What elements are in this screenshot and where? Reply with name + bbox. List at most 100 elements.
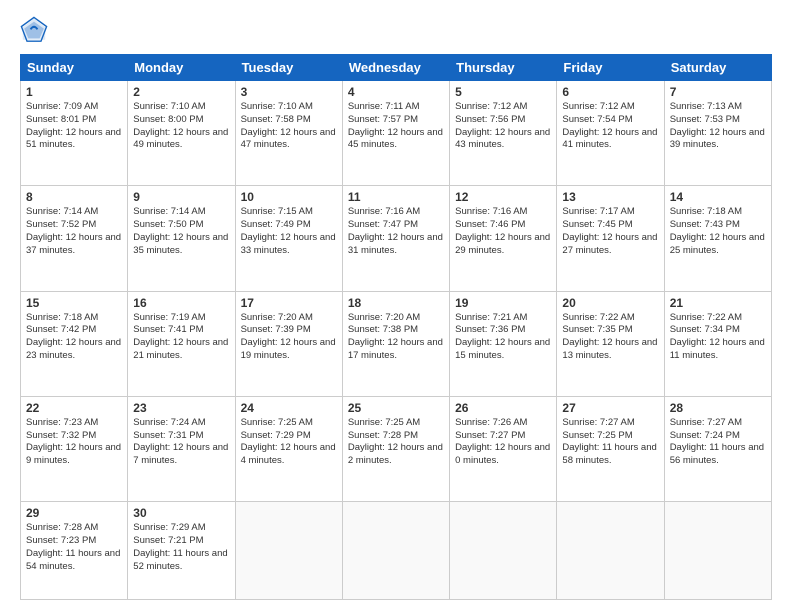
calendar-week-3: 15Sunrise: 7:18 AM Sunset: 7:42 PM Dayli… — [21, 291, 772, 396]
calendar-cell — [450, 502, 557, 600]
calendar-cell: 21 Sunrise: 7:22 AM Sunset: 7:34 PM Dayli… — [664, 291, 771, 396]
calendar-cell: 9 Sunrise: 7:14 AM Sunset: 7:50 PM Daylig… — [128, 186, 235, 291]
col-header-monday: Monday — [128, 55, 235, 81]
calendar-cell: 27 Sunrise: 7:27 AM Sunset: 7:25 PM Dayli… — [557, 396, 664, 501]
calendar-cell: 22 Sunrise: 7:23 AM Sunset: 7:32 PM Dayli… — [21, 396, 128, 501]
day-info: Sunrise: 7:19 AM Sunset: 7:41 PM Dayligh… — [133, 312, 229, 363]
day-number: 27 — [562, 401, 658, 415]
day-info: Sunrise: 7:10 AM Sunset: 8:00 PM Dayligh… — [133, 101, 229, 152]
day-number: 14 — [670, 190, 766, 204]
day-info: Sunrise: 7:23 AM Sunset: 7:32 PM Dayligh… — [26, 417, 122, 468]
day-info: Sunrise: 7:14 AM Sunset: 7:52 PM Dayligh… — [26, 206, 122, 257]
day-number: 19 — [455, 296, 551, 310]
day-number: 2 — [133, 85, 229, 99]
day-info: Sunrise: 7:14 AM Sunset: 7:50 PM Dayligh… — [133, 206, 229, 257]
day-number: 7 — [670, 85, 766, 99]
day-number: 22 — [26, 401, 122, 415]
calendar-cell: 19 Sunrise: 7:21 AM Sunset: 7:36 PM Dayli… — [450, 291, 557, 396]
day-number: 29 — [26, 506, 122, 520]
day-number: 6 — [562, 85, 658, 99]
day-info: Sunrise: 7:12 AM Sunset: 7:56 PM Dayligh… — [455, 101, 551, 152]
calendar-cell: 12 Sunrise: 7:16 AM Sunset: 7:46 PM Dayli… — [450, 186, 557, 291]
day-info: Sunrise: 7:29 AM Sunset: 7:21 PM Dayligh… — [133, 522, 229, 573]
calendar-cell: 16Sunrise: 7:19 AM Sunset: 7:41 PM Dayli… — [128, 291, 235, 396]
day-info: Sunrise: 7:13 AM Sunset: 7:53 PM Dayligh… — [670, 101, 766, 152]
day-info: Sunrise: 7:21 AM Sunset: 7:36 PM Dayligh… — [455, 312, 551, 363]
day-info: Sunrise: 7:27 AM Sunset: 7:25 PM Dayligh… — [562, 417, 658, 468]
day-number: 9 — [133, 190, 229, 204]
day-info: Sunrise: 7:26 AM Sunset: 7:27 PM Dayligh… — [455, 417, 551, 468]
calendar-cell: 4 Sunrise: 7:11 AM Sunset: 7:57 PM Daylig… — [342, 81, 449, 186]
calendar-week-4: 22 Sunrise: 7:23 AM Sunset: 7:32 PM Dayli… — [21, 396, 772, 501]
calendar-cell: 1 Sunrise: 7:09 AM Sunset: 8:01 PM Daylig… — [21, 81, 128, 186]
day-info: Sunrise: 7:28 AM Sunset: 7:23 PM Dayligh… — [26, 522, 122, 573]
calendar-cell — [235, 502, 342, 600]
day-number: 30 — [133, 506, 229, 520]
day-info: Sunrise: 7:12 AM Sunset: 7:54 PM Dayligh… — [562, 101, 658, 152]
col-header-friday: Friday — [557, 55, 664, 81]
calendar-header-row: SundayMondayTuesdayWednesdayThursdayFrid… — [21, 55, 772, 81]
calendar-cell — [557, 502, 664, 600]
day-info: Sunrise: 7:25 AM Sunset: 7:28 PM Dayligh… — [348, 417, 444, 468]
header — [20, 16, 772, 44]
calendar-table: SundayMondayTuesdayWednesdayThursdayFrid… — [20, 54, 772, 600]
page: SundayMondayTuesdayWednesdayThursdayFrid… — [0, 0, 792, 612]
day-number: 3 — [241, 85, 337, 99]
day-number: 20 — [562, 296, 658, 310]
calendar-week-2: 8 Sunrise: 7:14 AM Sunset: 7:52 PM Daylig… — [21, 186, 772, 291]
col-header-tuesday: Tuesday — [235, 55, 342, 81]
day-number: 5 — [455, 85, 551, 99]
day-info: Sunrise: 7:25 AM Sunset: 7:29 PM Dayligh… — [241, 417, 337, 468]
day-info: Sunrise: 7:17 AM Sunset: 7:45 PM Dayligh… — [562, 206, 658, 257]
day-info: Sunrise: 7:22 AM Sunset: 7:34 PM Dayligh… — [670, 312, 766, 363]
day-number: 26 — [455, 401, 551, 415]
day-number: 25 — [348, 401, 444, 415]
day-info: Sunrise: 7:09 AM Sunset: 8:01 PM Dayligh… — [26, 101, 122, 152]
calendar-cell: 24Sunrise: 7:25 AM Sunset: 7:29 PM Dayli… — [235, 396, 342, 501]
col-header-sunday: Sunday — [21, 55, 128, 81]
calendar-cell: 25 Sunrise: 7:25 AM Sunset: 7:28 PM Dayli… — [342, 396, 449, 501]
calendar-cell: 18Sunrise: 7:20 AM Sunset: 7:38 PM Dayli… — [342, 291, 449, 396]
day-info: Sunrise: 7:20 AM Sunset: 7:39 PM Dayligh… — [241, 312, 337, 363]
day-info: Sunrise: 7:11 AM Sunset: 7:57 PM Dayligh… — [348, 101, 444, 152]
day-info: Sunrise: 7:20 AM Sunset: 7:38 PM Dayligh… — [348, 312, 444, 363]
calendar-cell: 29 Sunrise: 7:28 AM Sunset: 7:23 PM Dayli… — [21, 502, 128, 600]
calendar-cell: 23Sunrise: 7:24 AM Sunset: 7:31 PM Dayli… — [128, 396, 235, 501]
calendar-cell: 20 Sunrise: 7:22 AM Sunset: 7:35 PM Dayli… — [557, 291, 664, 396]
day-info: Sunrise: 7:15 AM Sunset: 7:49 PM Dayligh… — [241, 206, 337, 257]
day-number: 15 — [26, 296, 122, 310]
calendar-cell: 30 Sunrise: 7:29 AM Sunset: 7:21 PM Dayli… — [128, 502, 235, 600]
day-number: 21 — [670, 296, 766, 310]
day-number: 4 — [348, 85, 444, 99]
calendar-cell: 14 Sunrise: 7:18 AM Sunset: 7:43 PM Dayli… — [664, 186, 771, 291]
day-number: 12 — [455, 190, 551, 204]
day-info: Sunrise: 7:16 AM Sunset: 7:47 PM Dayligh… — [348, 206, 444, 257]
day-number: 1 — [26, 85, 122, 99]
day-number: 11 — [348, 190, 444, 204]
logo — [20, 16, 52, 44]
calendar-cell: 11 Sunrise: 7:16 AM Sunset: 7:47 PM Dayli… — [342, 186, 449, 291]
calendar-cell: 17 Sunrise: 7:20 AM Sunset: 7:39 PM Dayli… — [235, 291, 342, 396]
col-header-wednesday: Wednesday — [342, 55, 449, 81]
calendar-cell: 13 Sunrise: 7:17 AM Sunset: 7:45 PM Dayli… — [557, 186, 664, 291]
calendar-cell: 28Sunrise: 7:27 AM Sunset: 7:24 PM Dayli… — [664, 396, 771, 501]
calendar-cell: 10Sunrise: 7:15 AM Sunset: 7:49 PM Dayli… — [235, 186, 342, 291]
day-info: Sunrise: 7:10 AM Sunset: 7:58 PM Dayligh… — [241, 101, 337, 152]
calendar-week-1: 1 Sunrise: 7:09 AM Sunset: 8:01 PM Daylig… — [21, 81, 772, 186]
day-number: 8 — [26, 190, 122, 204]
day-info: Sunrise: 7:22 AM Sunset: 7:35 PM Dayligh… — [562, 312, 658, 363]
col-header-thursday: Thursday — [450, 55, 557, 81]
day-info: Sunrise: 7:24 AM Sunset: 7:31 PM Dayligh… — [133, 417, 229, 468]
day-number: 13 — [562, 190, 658, 204]
calendar-cell — [342, 502, 449, 600]
calendar-week-5: 29 Sunrise: 7:28 AM Sunset: 7:23 PM Dayli… — [21, 502, 772, 600]
calendar-cell — [664, 502, 771, 600]
col-header-saturday: Saturday — [664, 55, 771, 81]
calendar-cell: 3 Sunrise: 7:10 AM Sunset: 7:58 PM Daylig… — [235, 81, 342, 186]
calendar-cell: 26 Sunrise: 7:26 AM Sunset: 7:27 PM Dayli… — [450, 396, 557, 501]
day-number: 17 — [241, 296, 337, 310]
day-number: 28 — [670, 401, 766, 415]
day-info: Sunrise: 7:18 AM Sunset: 7:43 PM Dayligh… — [670, 206, 766, 257]
day-info: Sunrise: 7:16 AM Sunset: 7:46 PM Dayligh… — [455, 206, 551, 257]
calendar-cell: 2 Sunrise: 7:10 AM Sunset: 8:00 PM Daylig… — [128, 81, 235, 186]
